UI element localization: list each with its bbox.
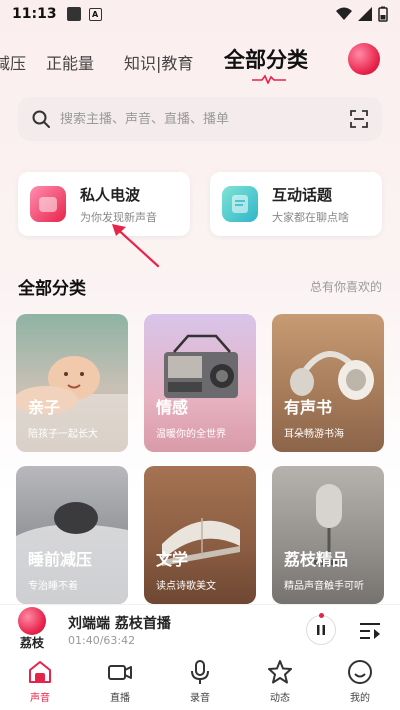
tab-positive-energy[interactable]: 正能量	[46, 50, 94, 74]
interactive-topic-card[interactable]: 互动话题 大家都在聊点啥	[210, 172, 382, 236]
category-name: 亲子	[28, 398, 61, 417]
category-name: 睡前减压	[28, 550, 93, 569]
nav-label: 直播	[110, 693, 130, 704]
search-icon	[32, 110, 50, 128]
player-brand: 荔枝	[19, 636, 44, 650]
radio-icon	[30, 186, 66, 222]
tab-knowledge-education[interactable]: 知识|教育	[124, 50, 193, 74]
category-card-sleep[interactable]: 睡前减压 专治睡不着	[16, 466, 128, 604]
interactive-topic-title: 互动话题	[272, 185, 333, 204]
playlist-icon[interactable]	[358, 619, 382, 643]
nav-sound[interactable]: 声音	[0, 654, 80, 710]
section-side-text: 总有你喜欢的	[309, 280, 382, 294]
pause-button[interactable]	[306, 615, 336, 645]
video-camera-icon	[108, 665, 132, 680]
private-radio-title: 私人电波	[80, 185, 141, 204]
player-title: 刘端端 荔枝首播	[68, 616, 171, 632]
category-name: 有声书	[284, 398, 333, 417]
section-title: 全部分类	[18, 279, 86, 299]
nav-record[interactable]: 录音	[160, 654, 240, 710]
category-card-premium[interactable]: 荔枝精品 精品声音触手可听	[272, 466, 384, 604]
nav-me[interactable]: 我的	[320, 654, 400, 710]
nav-label: 录音	[190, 693, 210, 704]
nav-label: 声音	[30, 693, 50, 704]
battery-icon	[378, 6, 388, 22]
lizhi-logo-avatar[interactable]	[348, 43, 380, 75]
interactive-topic-subtitle: 大家都在聊点啥	[272, 210, 349, 224]
active-tab-indicator	[252, 74, 286, 84]
category-name: 文学	[156, 550, 189, 569]
search-input[interactable]	[60, 111, 350, 127]
category-desc: 读点诗歌美文	[156, 581, 216, 592]
category-desc: 精品声音触手可听	[284, 581, 364, 592]
category-desc: 耳朵畅游书海	[284, 429, 344, 440]
category-name: 荔枝精品	[284, 550, 349, 569]
notification-icon	[66, 7, 81, 21]
mini-player[interactable]: 荔枝 刘端端 荔枝首播 01:40/63:42	[0, 604, 400, 654]
tab-all-categories[interactable]: 全部分类	[224, 44, 308, 74]
status-bar: 11:13 A	[0, 0, 400, 28]
status-time: 11:13	[12, 6, 57, 22]
scan-icon[interactable]	[350, 110, 368, 128]
progress-dot	[319, 613, 324, 618]
category-desc: 专治睡不着	[28, 581, 78, 592]
search-bar[interactable]	[18, 97, 382, 141]
player-cover[interactable]: 荔枝	[12, 605, 52, 653]
annotation-arrow	[112, 224, 160, 268]
topic-icon	[222, 186, 258, 222]
category-tabs: 减压 正能量 知识|教育 全部分类	[0, 40, 400, 84]
tab-decompress[interactable]: 减压	[0, 50, 26, 74]
category-desc: 陪孩子一起长大	[28, 429, 98, 440]
lizhi-logo-icon	[18, 607, 46, 635]
wifi-icon	[336, 7, 352, 20]
nav-label: 我的	[350, 693, 370, 704]
bottom-nav: 声音 直播 录音 动态 我的	[0, 654, 400, 710]
microphone-icon	[191, 660, 209, 684]
home-icon	[29, 661, 51, 683]
signal-icon	[358, 7, 372, 21]
nav-feed[interactable]: 动态	[240, 654, 320, 710]
star-icon	[268, 660, 292, 684]
category-desc: 温暖你的全世界	[156, 429, 226, 440]
category-card-emotion[interactable]: 情感 温暖你的全世界	[144, 314, 256, 452]
private-radio-card[interactable]: 私人电波 为你发现新声音	[18, 172, 190, 236]
category-card-literature[interactable]: 文学 读点诗歌美文	[144, 466, 256, 604]
nav-live[interactable]: 直播	[80, 654, 160, 710]
status-icons	[336, 6, 388, 22]
nav-label: 动态	[270, 693, 290, 704]
category-card-parenting[interactable]: 亲子 陪孩子一起长大	[16, 314, 128, 452]
player-time: 01:40/63:42	[68, 634, 136, 647]
category-card-audiobook[interactable]: 有声书 耳朵畅游书海	[272, 314, 384, 452]
category-name: 情感	[156, 398, 189, 417]
app-badge-icon: A	[88, 7, 102, 21]
smiley-icon	[348, 660, 372, 684]
pause-icon	[317, 625, 325, 635]
